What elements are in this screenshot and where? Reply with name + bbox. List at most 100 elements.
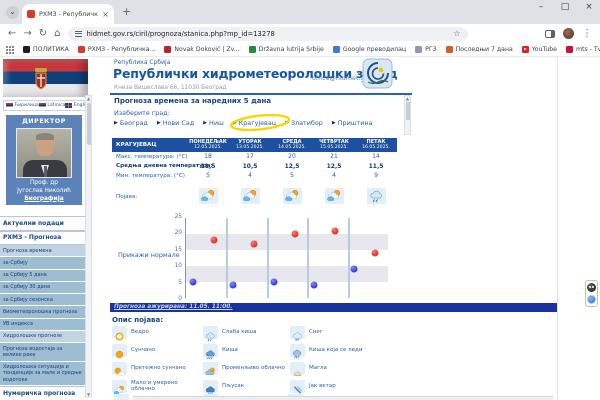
legend-label: Променљиво облачно (222, 365, 285, 371)
weather-icon (325, 188, 344, 204)
bookmark-item[interactable]: mts - Tvoj svet (566, 46, 600, 53)
sidebar-menu-item[interactable]: Хидролошке прогнозе (0, 331, 85, 343)
browser-menu-icon[interactable]: ⋮ (582, 29, 592, 39)
min-temp-dot (230, 282, 237, 289)
bookmark-item[interactable]: ПОЛИТИКА (23, 46, 69, 53)
window-maximize-button[interactable]: □ (558, 2, 572, 12)
sidebar-scrollbar[interactable]: ▲ ▼ (85, 95, 92, 398)
scroll-up-icon[interactable]: ▲ (86, 96, 91, 101)
language-link[interactable]: Ћирилица (6, 103, 39, 108)
horizontal-scrollbar[interactable] (133, 396, 553, 400)
header-frame-scrollbar[interactable]: ▲ (404, 95, 411, 135)
bookmark-item[interactable]: Državna lutrija Srbije (249, 46, 324, 53)
legend-label: Магла (309, 365, 327, 371)
chart-day-separator (348, 218, 350, 298)
bookmark-star-icon[interactable]: ☆ (453, 29, 460, 38)
profile-avatar[interactable] (563, 28, 574, 39)
scrollbar-thumb[interactable] (87, 103, 91, 145)
bookmark-item[interactable]: Novak Doković | Zv... (164, 46, 239, 53)
bookmark-item[interactable]: РГЗ (415, 46, 436, 53)
city-link[interactable]: ▶ Крагујевац (233, 119, 276, 127)
weather-icon (112, 326, 127, 339)
weather-icon (290, 344, 305, 357)
city-link[interactable]: ▶ Ниш (203, 119, 224, 127)
min-temp-value: 4 (313, 172, 355, 179)
extension-widget[interactable] (585, 280, 598, 307)
weather-icon (203, 380, 218, 393)
sidebar-menu-item[interactable]: за Србију 30 дана (0, 282, 85, 294)
sidebar-menu-item[interactable]: РХМЗ - Прогноза (0, 231, 85, 246)
header-divider (110, 93, 412, 95)
home-icon[interactable]: ⌂ (54, 29, 60, 39)
back-icon[interactable]: ← (8, 29, 16, 39)
sidebar-menu-item[interactable]: за Србију 5 дана (0, 270, 85, 282)
browser-tab[interactable]: РХМЗ - Републички Хидромет × (22, 4, 114, 24)
tab-close-icon[interactable]: × (102, 10, 109, 19)
tab-search-icon[interactable]: ⌄ (6, 6, 19, 19)
flag-icon (65, 103, 72, 108)
language-link[interactable]: Latinica (39, 103, 65, 108)
max-temp-value: 21 (313, 153, 355, 160)
max-temp-dot (332, 227, 339, 234)
forecast-updated-bar: Прогноза ажурирана: 11.05. 11:00. (110, 303, 558, 312)
reload-icon[interactable]: ↻ (39, 29, 47, 39)
site-info-icon[interactable] (75, 31, 82, 37)
max-temp-dot (210, 237, 217, 244)
side-panel-icon[interactable] (545, 30, 555, 38)
scroll-down-icon[interactable]: ▼ (86, 392, 91, 397)
avg-temp-value: 11,5 (355, 163, 397, 170)
extension-blue-icon[interactable] (587, 295, 596, 304)
address-bar[interactable]: hidmet.gov.rs/ciril/prognoza/stanica.php… (68, 27, 468, 41)
max-temp-value: 14 (355, 153, 397, 160)
apps-grid-icon[interactable] (6, 46, 14, 54)
sidebar-menu-item[interactable]: Актуелни подаци (0, 216, 85, 231)
biography-link[interactable]: Биографија (8, 196, 80, 202)
weather-icon (290, 326, 305, 339)
window-minimize-button[interactable]: – (534, 2, 548, 12)
new-tab-button[interactable]: + (122, 6, 131, 17)
bookmark-item[interactable]: Последњи 7 дана (446, 46, 513, 53)
sidebar-menu-item[interactable]: Прогноза водостаја за велике реке (0, 343, 85, 362)
sidebar-menu-item[interactable]: УВ индекса (0, 319, 85, 331)
weather-icon (241, 188, 260, 204)
address-label: Кнеза Вишеслава 66, 11030 Београд (114, 85, 227, 91)
bookmark-favicon (566, 46, 573, 53)
bookmark-label: РГЗ (425, 46, 436, 53)
scrollbar-thumb[interactable] (406, 102, 410, 120)
city-link[interactable]: ▶ Златибор (285, 119, 323, 127)
scroll-up-icon[interactable]: ▲ (405, 96, 410, 101)
min-temp-value: 5 (187, 172, 229, 179)
city-link[interactable]: ▶ Нови Сад (157, 119, 194, 127)
station-name: КРАГУЈЕВАЦ (112, 142, 187, 148)
city-link[interactable]: ▶ Приштина (332, 119, 373, 127)
url-text[interactable]: hidmet.gov.rs/ciril/prognoza/stanica.php… (87, 30, 449, 38)
director-title: ДИРЕКТОР (8, 117, 80, 125)
language-switcher: Ћирилица Latinica English (3, 100, 88, 111)
avg-temp-value: 10,5 (229, 163, 271, 170)
weather-icon (203, 326, 218, 339)
max-temp-value: 20 (271, 153, 313, 160)
sidebar-menu-item[interactable]: за Србију (0, 257, 85, 269)
min-temp-dot (311, 282, 318, 289)
bookmark-item[interactable]: РХМЗ - Републичка... (78, 46, 156, 53)
sidebar-menu-item[interactable]: Прогноза времена (0, 245, 85, 257)
bookmark-item[interactable]: YouTube (522, 46, 557, 53)
city-link[interactable]: ▶ Београд (114, 119, 148, 127)
min-temp-value: 4 (229, 172, 271, 179)
window-close-button[interactable]: × (582, 2, 596, 12)
weather-icon (114, 394, 129, 400)
sidebar-menu-item[interactable]: Хидролошка ситуација и тенденције за мал… (0, 362, 85, 387)
legend-item: Јак ветар (290, 379, 420, 394)
browser-toolbar: ← → ↻ ⌂ hidmet.gov.rs/ciril/prognoza/sta… (0, 24, 600, 43)
extension-dark-icon[interactable] (587, 283, 596, 292)
legend-item: Киша која се леди (290, 343, 420, 358)
sidebar-menu-item[interactable]: Нумеричка прогноза (0, 386, 85, 400)
main-content: Република Србија Републички хидрометеоро… (100, 57, 558, 400)
table-header-row: КРАГУЈЕВАЦ ПОНЕДЕЉАК 12.05.2025. УТОРАК … (112, 138, 397, 152)
bookmark-item[interactable]: Google преводилац (333, 46, 406, 53)
city-arrow-icon: ▶ (233, 120, 237, 126)
sidebar-menu-item[interactable]: за Србију сезонска (0, 294, 85, 306)
min-temp-dot (189, 279, 196, 286)
forward-icon[interactable]: → (23, 29, 31, 39)
sidebar-menu-item[interactable]: биометеоролошка прогноза (0, 306, 85, 318)
